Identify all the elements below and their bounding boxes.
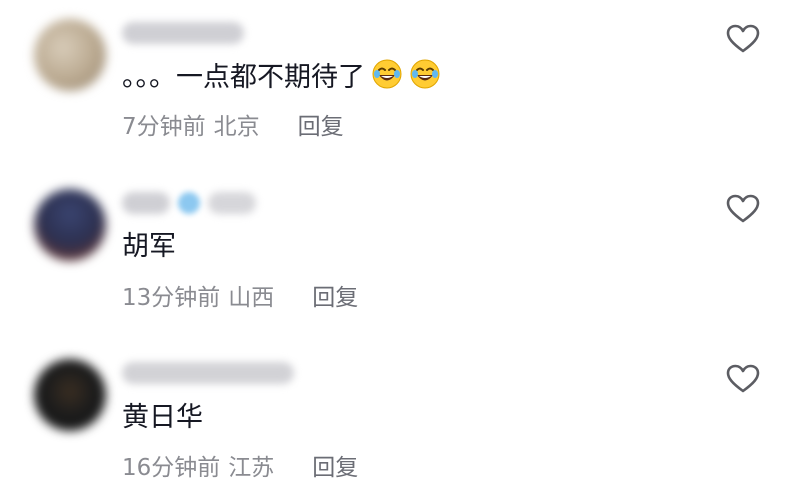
username-blurred[interactable] [122,192,170,214]
comment-meta: 7分钟前 北京 回复 [122,112,344,142]
comment-location: 江苏 [228,455,275,481]
comment-time: 13分钟前 [122,285,221,311]
comment-meta: 13分钟前 山西 回复 [122,283,358,313]
avatar[interactable] [34,19,106,91]
comment-item: 胡军 13分钟前 山西 回复 [0,170,800,330]
avatar[interactable] [34,189,106,261]
comment-text: 黄日华 [122,401,203,435]
comment-text-content: 胡军 [122,231,176,262]
comment-item: 。。。一点都不期待了 7分钟前 北京 回复 [0,0,800,160]
verified-badge-icon [178,192,200,214]
reply-button[interactable]: 回复 [298,114,344,140]
avatar[interactable] [34,359,106,431]
comment-meta: 16分钟前 江苏 回复 [122,453,358,483]
username-blurred[interactable] [122,362,294,384]
comment-text: 胡军 [122,230,176,264]
heart-outline-icon[interactable] [726,194,760,224]
username-blurred-suffix [208,192,256,214]
tears-of-joy-emoji [409,58,441,99]
comment-item: 黄日华 16分钟前 江苏 回复 [0,340,800,500]
comment-location: 山西 [228,285,275,311]
comment-text: 。。。一点都不期待了 [122,58,441,99]
comment-text-content: 黄日华 [122,402,203,433]
reply-button[interactable]: 回复 [312,285,358,311]
comment-time: 7分钟前 [122,114,206,140]
tears-of-joy-emoji [371,58,403,99]
comment-text-content: 。。。一点都不期待了 [122,62,365,93]
heart-outline-icon[interactable] [726,24,760,54]
username-blurred[interactable] [122,22,244,44]
comment-time: 16分钟前 [122,455,221,481]
heart-outline-icon[interactable] [726,364,760,394]
reply-button[interactable]: 回复 [312,455,358,481]
comment-location: 北京 [213,114,260,140]
